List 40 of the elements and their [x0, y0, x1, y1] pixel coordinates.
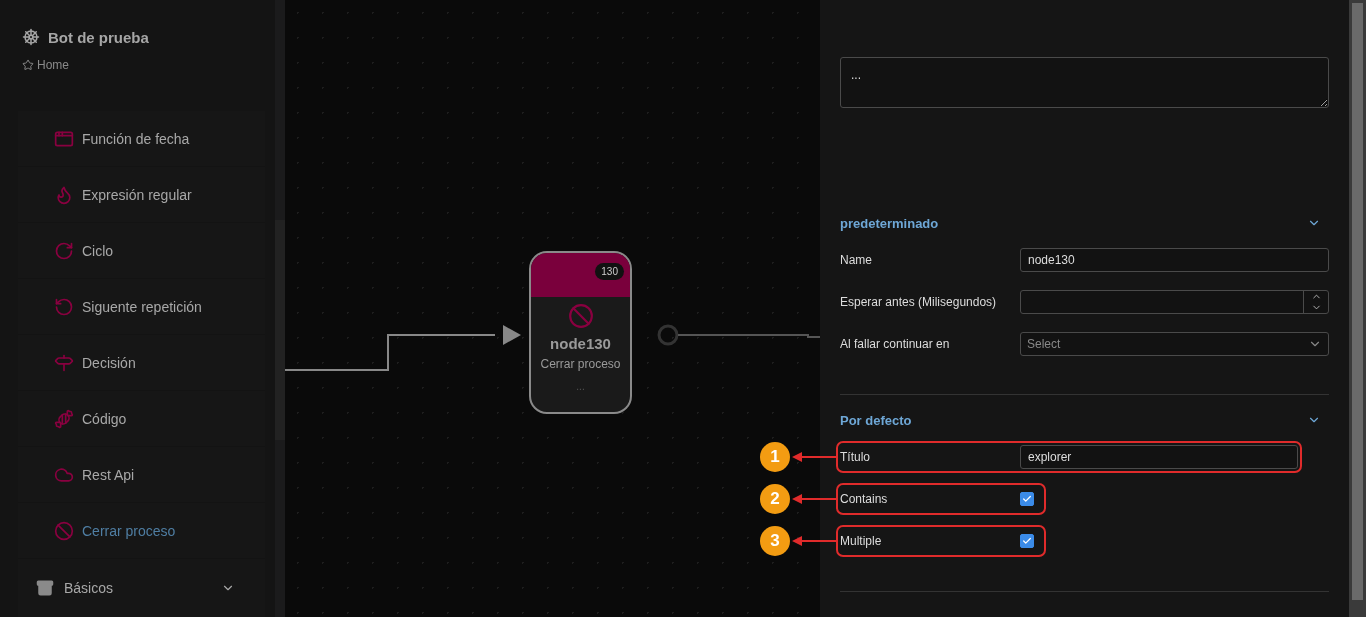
item-icon	[54, 184, 74, 205]
field-label: Al fallar continuar en	[840, 337, 951, 351]
field-label: Esperar antes (Milisegundos)	[840, 295, 998, 309]
section-header[interactable]: Por defecto	[840, 407, 1329, 433]
item-icon	[54, 408, 74, 429]
node-id-badge: 130	[595, 263, 624, 280]
description-textarea[interactable]: ...	[840, 57, 1329, 108]
select-dropdown[interactable]: Select	[1020, 332, 1329, 356]
checkbox[interactable]	[1020, 492, 1034, 506]
wheel-icon	[22, 28, 40, 46]
home-link[interactable]: Home	[22, 58, 253, 72]
node-footer-text: ...	[576, 381, 585, 392]
pointer-arrow	[792, 493, 836, 505]
process-node[interactable]: 130 node130 Cerrar proceso ...	[529, 251, 632, 414]
archive-icon	[36, 579, 54, 597]
pointer-arrow	[792, 535, 836, 547]
bot-title: Bot de prueba	[48, 28, 149, 46]
number-input-field[interactable]	[1020, 290, 1329, 314]
text-input-field[interactable]: explorer	[1020, 445, 1298, 469]
node-type: Cerrar proceso	[540, 357, 621, 371]
node-name: node130	[550, 335, 611, 352]
scrollbar-thumb[interactable]	[275, 220, 285, 440]
ban-icon	[567, 303, 594, 329]
star-icon	[22, 59, 34, 71]
checkbox[interactable]	[1020, 534, 1034, 548]
item-icon	[54, 296, 74, 317]
check-icon	[1022, 536, 1032, 546]
item-icon	[54, 352, 74, 373]
scrollbar-thumb[interactable]	[1352, 3, 1363, 600]
item-icon	[54, 240, 74, 261]
field-label: Name	[840, 253, 873, 267]
field-label: Multiple	[840, 534, 883, 548]
scrollbar[interactable]	[1349, 0, 1366, 617]
text-input-field[interactable]: node130	[1020, 248, 1329, 272]
field-label: Título	[840, 450, 871, 464]
field-label: Contains	[840, 492, 889, 506]
item-icon	[54, 520, 74, 541]
check-icon	[1022, 494, 1032, 504]
pointer-arrow	[792, 451, 836, 463]
section-header[interactable]: predeterminado	[840, 210, 1329, 236]
